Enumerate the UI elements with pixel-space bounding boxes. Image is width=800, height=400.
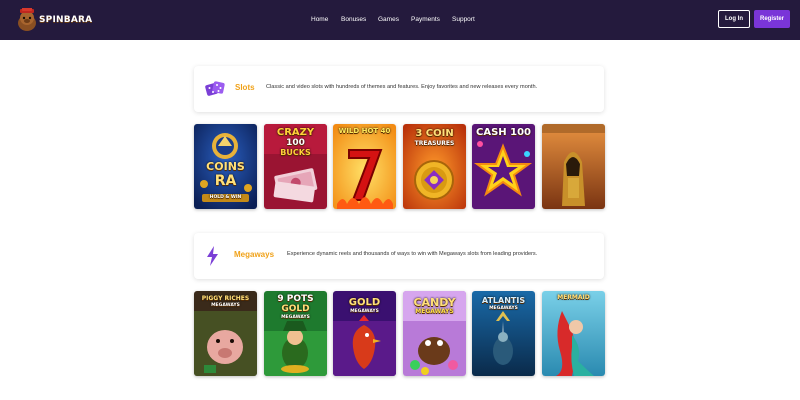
game-title: MERMAID — [557, 294, 590, 301]
game-title: CASH 100 — [475, 127, 531, 138]
game-tile-egyptian[interactable] — [542, 124, 605, 209]
game-tile-gold-megaways[interactable]: GOLD MEGAWAYS — [333, 291, 396, 376]
nav-bonuses[interactable]: Bonuses — [341, 14, 366, 26]
game-tile-wild-hot-40[interactable]: WILD HOT 40 — [333, 124, 396, 209]
game-subtitle: 100 — [286, 138, 305, 148]
game-tile-3-coin-treasures[interactable]: 3 COIN TREASURES — [403, 124, 466, 209]
game-tile-9-pots-gold[interactable]: 9 POTS GOLD MEGAWAYS — [264, 291, 327, 376]
game-subtitle: MEGAWAYS — [211, 303, 240, 308]
nav-games[interactable]: Games — [378, 14, 399, 26]
game-title: PIGGY RICHES — [201, 295, 250, 302]
game-subtitle: MEGAWAYS — [415, 308, 454, 315]
game-title: CRAZY — [276, 127, 315, 138]
nav-support[interactable]: Support — [452, 14, 475, 26]
game-subtitle: TREASURES — [414, 140, 455, 147]
game-title: ATLANTIS — [481, 296, 526, 305]
nav-home[interactable]: Home — [311, 14, 328, 26]
game-tile-mermaid[interactable]: MERMAID — [542, 291, 605, 376]
section-title: Megaways — [234, 250, 275, 259]
login-button[interactable]: Log In — [718, 10, 750, 28]
game-tile-piggy-riches[interactable]: PIGGY RICHES MEGAWAYS — [194, 291, 257, 376]
top-navigation-bar: SPINBARA Home Bonuses Games Payments Sup… — [0, 0, 800, 40]
game-artwork — [542, 124, 605, 209]
game-subtitle: MEGAWAYS — [350, 309, 379, 314]
register-button[interactable]: Register — [754, 10, 790, 28]
game-tagline: BUCKS — [280, 148, 311, 157]
game-subtitle: GOLD — [281, 304, 310, 314]
game-title: GOLD — [348, 297, 381, 308]
section-description: Classic and video slots with hundreds of… — [266, 84, 538, 90]
section-header-slots: Slots Classic and video slots with hundr… — [194, 66, 604, 112]
game-subtitle: RA — [214, 173, 237, 189]
game-title: 3 COIN — [415, 128, 454, 139]
main-nav: Home Bonuses Games Payments Support — [0, 14, 800, 26]
game-artwork — [542, 291, 605, 376]
game-tile-crazy-100-bucks[interactable]: CRAZY 100 BUCKS — [264, 124, 327, 209]
section-title: Slots — [235, 83, 255, 92]
section-description: Experience dynamic reels and thousands o… — [287, 251, 538, 257]
game-title: 9 POTS — [277, 294, 314, 304]
game-tile-atlantis-megaways[interactable]: ATLANTIS MEGAWAYS — [472, 291, 535, 376]
lightning-icon — [202, 245, 224, 267]
game-tile-candy-megaways[interactable]: CANDY MEGAWAYS — [403, 291, 466, 376]
nav-payments[interactable]: Payments — [411, 14, 440, 26]
game-tile-cash-100[interactable]: CASH 100 — [472, 124, 535, 209]
dice-icon — [204, 78, 226, 100]
game-tagline: HOLD & WIN — [209, 195, 242, 200]
game-title: COINS — [206, 160, 245, 173]
game-title: WILD HOT 40 — [338, 127, 391, 135]
game-tagline: MEGAWAYS — [281, 315, 310, 320]
game-subtitle: MEGAWAYS — [489, 306, 518, 311]
game-artwork — [333, 124, 396, 209]
section-header-megaways: Megaways Experience dynamic reels and th… — [194, 233, 604, 279]
game-tile-coins-ra[interactable]: COINS RA HOLD & WIN — [194, 124, 257, 209]
